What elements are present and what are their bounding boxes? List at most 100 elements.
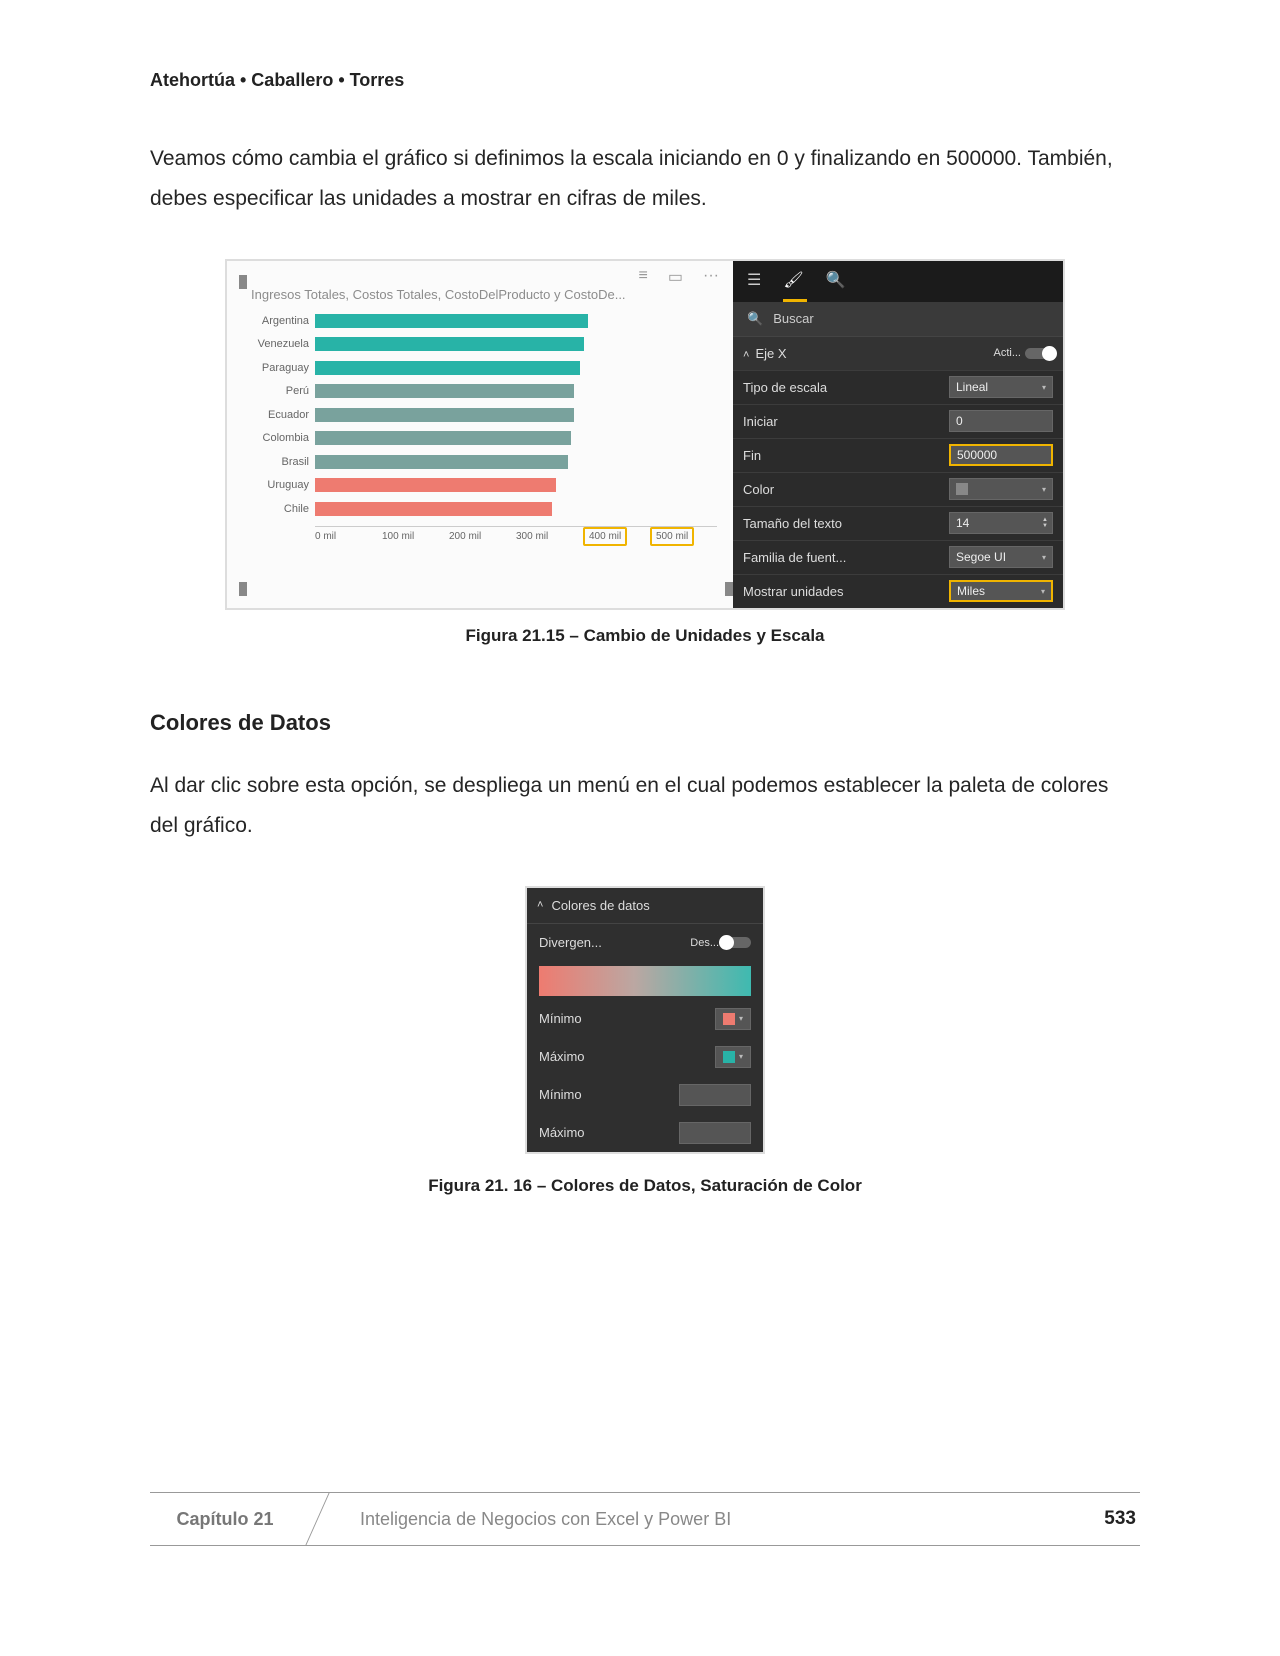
bar-row: Uruguay <box>251 476 717 494</box>
bar-label: Colombia <box>251 432 315 444</box>
color-picker[interactable]: ▾ <box>949 478 1053 500</box>
dropdown-tipo-escala[interactable]: Lineal▾ <box>949 376 1053 398</box>
chevron-down-icon: ▾ <box>1042 383 1046 392</box>
fields-tab-icon[interactable]: ☰ <box>747 270 761 290</box>
row-fin: Fin 500000 <box>733 438 1063 472</box>
bar-label: Ecuador <box>251 409 315 421</box>
bar-label: Perú <box>251 385 315 397</box>
x-tick: 500 mil <box>650 527 717 542</box>
label-maximo: Máximo <box>539 1049 585 1064</box>
bar-row: Argentina <box>251 312 717 330</box>
chevron-down-icon: ▾ <box>1042 485 1046 494</box>
bar-row: Chile <box>251 500 717 518</box>
bar-row: Colombia <box>251 429 717 447</box>
bar-fill <box>315 337 584 351</box>
label-divergente: Divergen... <box>539 935 602 950</box>
label-maximo-value: Máximo <box>539 1125 585 1140</box>
page-footer: Capítulo 21 Inteligencia de Negocios con… <box>150 1492 1140 1546</box>
analytics-tab-icon[interactable]: 🔍 <box>826 270 846 290</box>
search-icon: 🔍 <box>747 311 763 327</box>
section-eje-x[interactable]: ˄Eje X Acti... <box>733 336 1063 370</box>
heading-colores-de-datos: Colores de Datos <box>150 710 1140 736</box>
label-fuente: Familia de fuent... <box>743 550 846 565</box>
label-minimo: Mínimo <box>539 1011 582 1026</box>
input-minimo[interactable] <box>679 1084 751 1106</box>
bar-row: Brasil <box>251 453 717 471</box>
bar-label: Argentina <box>251 315 315 327</box>
row-min-value: Mínimo <box>527 1076 763 1114</box>
label-iniciar: Iniciar <box>743 414 778 429</box>
section-label: Colores de datos <box>551 898 649 913</box>
color-picker-max[interactable]: ▾ <box>715 1046 751 1068</box>
chapter-label: Capítulo 21 <box>150 1493 300 1545</box>
row-tipo-escala: Tipo de escala Lineal▾ <box>733 370 1063 404</box>
selection-handle-icon <box>725 582 733 596</box>
figure-15-caption: Figura 21.15 – Cambio de Unidades y Esca… <box>150 626 1140 646</box>
bar-row: Perú <box>251 382 717 400</box>
section-colores-de-datos[interactable]: ˄ Colores de datos <box>527 888 763 924</box>
x-tick: 0 mil <box>315 527 382 542</box>
chevron-down-icon: ▾ <box>739 1014 743 1023</box>
search-row[interactable]: 🔍 Buscar <box>733 302 1063 336</box>
chart-area: ≡ ▭ ··· Ingresos Totales, Costos Totales… <box>227 261 733 608</box>
bar-label: Venezuela <box>251 338 315 350</box>
selection-handle-icon <box>239 275 247 289</box>
format-tab-icon[interactable]: 🖌 <box>783 270 803 290</box>
bar-fill <box>315 361 580 375</box>
row-max-color: Máximo ▾ <box>527 1038 763 1076</box>
page-number: 533 <box>1104 1508 1136 1530</box>
label-fin: Fin <box>743 448 761 463</box>
row-tamano: Tamaño del texto 14▲▼ <box>733 506 1063 540</box>
chevron-down-icon: ▾ <box>739 1052 743 1061</box>
chevron-down-icon: ▾ <box>1042 553 1046 562</box>
more-icon[interactable]: ··· <box>703 267 719 287</box>
bar-fill <box>315 384 574 398</box>
input-iniciar[interactable]: 0 <box>949 410 1053 432</box>
bar-row: Ecuador <box>251 406 717 424</box>
label-tamano: Tamaño del texto <box>743 516 842 531</box>
down-arrow-icon[interactable]: ▼ <box>1042 523 1048 529</box>
row-iniciar: Iniciar 0 <box>733 404 1063 438</box>
format-pane: ☰ 🖌 🔍 🔍 Buscar ˄Eje X Acti... Tipo de es… <box>733 261 1063 608</box>
bar-fill <box>315 314 588 328</box>
x-tick: 400 mil <box>583 527 650 542</box>
bar-fill <box>315 431 571 445</box>
bar-fill <box>315 408 574 422</box>
bar-label: Uruguay <box>251 479 315 491</box>
bar-fill <box>315 502 552 516</box>
chart-title: Ingresos Totales, Costos Totales, CostoD… <box>251 287 717 302</box>
selection-handle-icon <box>239 582 247 596</box>
dropdown-fuente[interactable]: Segoe UI▾ <box>949 546 1053 568</box>
x-axis: 0 mil100 mil200 mil300 mil400 mil500 mil <box>315 526 717 542</box>
x-tick: 100 mil <box>382 527 449 542</box>
toggle-divergente[interactable]: Des... <box>690 937 751 949</box>
row-fuente: Familia de fuent... Segoe UI▾ <box>733 540 1063 574</box>
bar-row: Venezuela <box>251 335 717 353</box>
label-unidades: Mostrar unidades <box>743 584 843 599</box>
row-max-value: Máximo <box>527 1114 763 1152</box>
row-min-color: Mínimo ▾ <box>527 1000 763 1038</box>
row-color: Color ▾ <box>733 472 1063 506</box>
label-tipo-escala: Tipo de escala <box>743 380 827 395</box>
search-placeholder: Buscar <box>773 311 813 326</box>
eje-x-toggle[interactable]: Acti... <box>993 347 1053 359</box>
figure-21-16: ˄ Colores de datos Divergen... Des... Mí… <box>525 886 765 1154</box>
gradient-preview <box>539 966 751 996</box>
input-fin[interactable]: 500000 <box>949 444 1053 466</box>
book-title: Inteligencia de Negocios con Excel y Pow… <box>360 1509 731 1530</box>
section-label: Eje X <box>755 346 786 361</box>
filter-icon[interactable]: ≡ <box>639 267 648 287</box>
dropdown-unidades[interactable]: Miles▾ <box>949 580 1053 602</box>
label-minimo-value: Mínimo <box>539 1087 582 1102</box>
bar-label: Brasil <box>251 456 315 468</box>
spinner-tamano[interactable]: 14▲▼ <box>949 512 1053 534</box>
pane-tab-bar: ☰ 🖌 🔍 <box>733 261 1063 299</box>
row-unidades: Mostrar unidades Miles▾ <box>733 574 1063 608</box>
figure-16-caption: Figura 21. 16 – Colores de Datos, Satura… <box>150 1176 1140 1196</box>
row-divergente: Divergen... Des... <box>527 924 763 962</box>
color-picker-min[interactable]: ▾ <box>715 1008 751 1030</box>
input-maximo[interactable] <box>679 1122 751 1144</box>
colores-paragraph: Al dar clic sobre esta opción, se despli… <box>150 766 1140 846</box>
focus-icon[interactable]: ▭ <box>668 267 683 287</box>
chevron-up-icon: ˄ <box>537 899 543 911</box>
